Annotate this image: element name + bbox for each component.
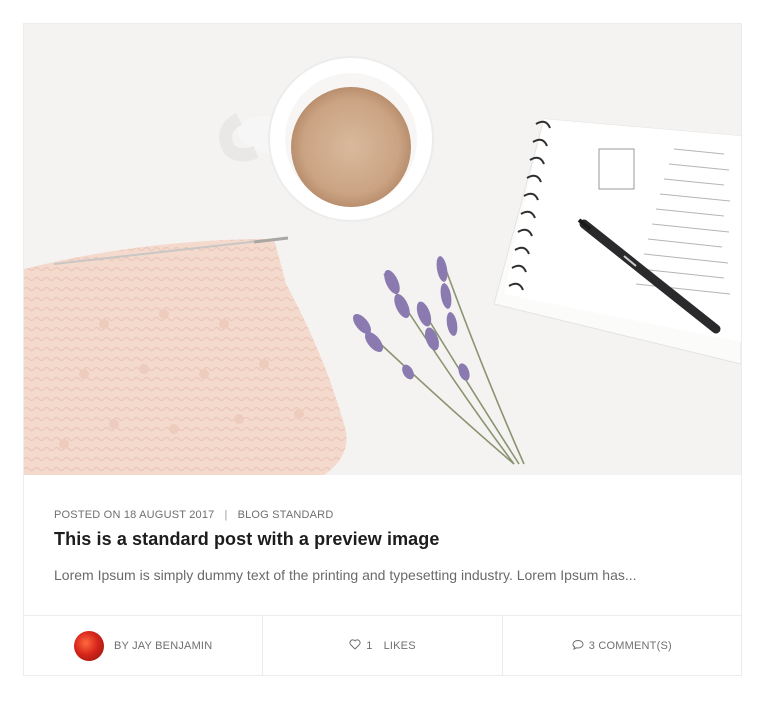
post-category-link[interactable]: BLOG STANDARD — [238, 509, 334, 521]
post-date: POSTED ON 18 AUGUST 2017 — [54, 509, 215, 521]
comments-link[interactable]: 3 COMMENT(S) — [589, 640, 672, 652]
likes-count: 1 — [366, 640, 373, 652]
post-title[interactable]: This is a standard post with a preview i… — [54, 529, 440, 550]
post-meta: POSTED ON 18 AUGUST 2017 | BLOG STANDARD — [54, 509, 333, 521]
heart-outline-icon[interactable] — [349, 639, 361, 653]
post-footer: BY JAY BENJAMIN 1 LIKES 3 COMMENT(S) — [24, 615, 741, 676]
likes-cell[interactable]: 1 LIKES — [262, 616, 501, 676]
post-excerpt: Lorem Ipsum is simply dummy text of the … — [54, 567, 637, 583]
author-avatar[interactable] — [73, 631, 104, 661]
speech-bubble-icon — [572, 639, 584, 653]
comments-cell[interactable]: 3 COMMENT(S) — [501, 616, 741, 676]
likes-label: LIKES — [383, 640, 416, 652]
author-cell: BY JAY BENJAMIN — [24, 616, 262, 676]
blog-post-card: POSTED ON 18 AUGUST 2017 | BLOG STANDARD T… — [23, 23, 742, 676]
author-link[interactable]: BY JAY BENJAMIN — [114, 640, 212, 652]
post-preview-image[interactable] — [24, 24, 741, 475]
meta-separator: | — [224, 509, 228, 521]
post-image-illustration — [24, 24, 741, 475]
